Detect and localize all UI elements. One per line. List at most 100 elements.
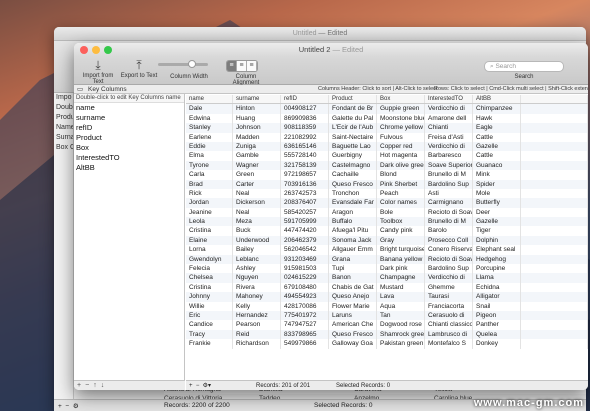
- table-cell[interactable]: Prosecco Coll: [425, 235, 473, 246]
- sidebar-toggle-icon[interactable]: ▭: [77, 85, 83, 94]
- key-column-item[interactable]: Box: [74, 143, 184, 153]
- table-cell[interactable]: [521, 141, 588, 152]
- column-header[interactable]: name: [186, 95, 233, 104]
- table-cell[interactable]: Leblanc: [233, 254, 281, 265]
- table-cell[interactable]: Afuega'l Pitu: [329, 226, 377, 236]
- table-cell[interactable]: Elephant seal: [473, 245, 521, 255]
- table-cell[interactable]: Cattle: [473, 151, 521, 161]
- table-cell[interactable]: Galloway Goa: [329, 339, 377, 349]
- key-column-item[interactable]: InterestedTO: [74, 153, 184, 163]
- align-right-icon[interactable]: ≡: [247, 61, 257, 71]
- table-cell[interactable]: Pearson: [233, 320, 281, 330]
- titlebar[interactable]: Untitled 2 — Edited: [74, 43, 588, 57]
- table-cell[interactable]: Verdicchio di: [425, 141, 473, 152]
- table-cell[interactable]: Meza: [233, 217, 281, 227]
- table-cell[interactable]: Lava: [377, 292, 425, 302]
- table-cell[interactable]: Donkey: [473, 339, 521, 349]
- slider-knob[interactable]: [188, 60, 196, 68]
- table-cell[interactable]: Grana: [329, 254, 377, 265]
- table-cell[interactable]: Aragon: [329, 207, 377, 218]
- data-table[interactable]: name surname refID Product Box InterestedTO Al…: [186, 95, 588, 380]
- table-cell[interactable]: Gwendolyn: [186, 254, 233, 265]
- key-column-item[interactable]: Product: [74, 133, 184, 143]
- table-cell[interactable]: Llama: [473, 273, 521, 283]
- table-cell[interactable]: Tracy: [186, 329, 233, 340]
- table-cell[interactable]: Allgauer Emm: [329, 245, 377, 255]
- table-cell[interactable]: Alligator: [473, 292, 521, 302]
- table-cell[interactable]: Carter: [233, 179, 281, 189]
- table-cell[interactable]: Montefalco S: [425, 339, 473, 349]
- table-row[interactable]: Cristina Rivera 679108480 Chabis de Gat Must…: [186, 282, 588, 293]
- table-cell[interactable]: Rivera: [233, 282, 281, 293]
- table-cell[interactable]: Evansdale Far: [329, 198, 377, 208]
- key-column-item[interactable]: AltBB: [74, 163, 184, 173]
- column-header[interactable]: Box: [377, 95, 425, 104]
- table-cell[interactable]: Dolphin: [473, 235, 521, 246]
- table-cell[interactable]: Stanley: [186, 123, 233, 133]
- table-cell[interactable]: 679108480: [281, 282, 329, 293]
- table-row[interactable]: Lorna Bailey 562046542 Allgauer Emm Bright t…: [186, 245, 588, 255]
- table-cell[interactable]: Eric: [186, 310, 233, 321]
- table-cell[interactable]: Fondant de Br: [329, 104, 377, 114]
- table-cell[interactable]: Johnny: [186, 292, 233, 302]
- table-cell[interactable]: Dogwood rose: [377, 320, 425, 330]
- table-row[interactable]: Candice Pearson 747947527 American Che Dogwo…: [186, 320, 588, 330]
- table-cell[interactable]: [521, 339, 588, 349]
- table-cell[interactable]: Dark pink: [377, 264, 425, 274]
- table-row[interactable]: Stanley Johnson 908118359 L'Ecir de l'Aub Ch…: [186, 123, 588, 133]
- table-cell[interactable]: Neal: [233, 207, 281, 218]
- table-cell[interactable]: Mustard: [377, 282, 425, 293]
- table-cell[interactable]: Flower Marie: [329, 301, 377, 311]
- table-cell[interactable]: Mahoney: [233, 292, 281, 302]
- table-cell[interactable]: Hinton: [233, 104, 281, 114]
- table-cell[interactable]: [521, 170, 588, 180]
- table-cell[interactable]: [521, 151, 588, 161]
- import-button[interactable]: ⤓ Import from Text: [78, 57, 118, 85]
- table-cell[interactable]: 208376407: [281, 198, 329, 208]
- table-cell[interactable]: Spider: [473, 179, 521, 189]
- table-cell[interactable]: 833798965: [281, 329, 329, 340]
- table-actions[interactable]: + − ⚙▾: [186, 381, 256, 390]
- table-cell[interactable]: 869909836: [281, 113, 329, 124]
- table-cell[interactable]: Lorna: [186, 245, 233, 255]
- table-cell[interactable]: Eddie: [186, 141, 233, 152]
- table-cell[interactable]: Recioto di Soave: [425, 254, 473, 265]
- table-cell[interactable]: Freisa d'Asti: [425, 132, 473, 142]
- table-cell[interactable]: [521, 226, 588, 236]
- column-header[interactable]: surname: [233, 95, 281, 104]
- table-cell[interactable]: Earlene: [186, 132, 233, 142]
- table-cell[interactable]: Bailey: [233, 245, 281, 255]
- table-row[interactable]: Dale Hinton 004908127 Fondant de Br Guppie g…: [186, 104, 588, 114]
- table-cell[interactable]: 428170086: [281, 301, 329, 311]
- table-row[interactable]: Rick Neal 263742573 Tronchon Peach Asti Mole: [186, 188, 588, 199]
- table-cell[interactable]: Baguette Lao: [329, 141, 377, 152]
- table-cell[interactable]: L'Ecir de l'Aub: [329, 123, 377, 133]
- table-cell[interactable]: Moonstone blue: [377, 113, 425, 124]
- table-cell[interactable]: Porcupine: [473, 264, 521, 274]
- table-row[interactable]: Elaine Underwood 206462379 Sonoma Jack Gray P…: [186, 235, 588, 246]
- table-row[interactable]: Earlene Madden 221082992 Saint-Nectaire Fulv…: [186, 132, 588, 142]
- table-cell[interactable]: Cachaille: [329, 170, 377, 180]
- main-window[interactable]: Untitled 2 — Edited ⤓ Import from Text ⤒…: [74, 43, 588, 390]
- table-cell[interactable]: Cristina: [186, 226, 233, 236]
- table-cell[interactable]: Frankie: [186, 339, 233, 349]
- table-row[interactable]: Carla Green 972198657 Cachaille Blond Brunell…: [186, 170, 588, 180]
- table-cell[interactable]: Cattle: [473, 132, 521, 142]
- table-cell[interactable]: Nguyen: [233, 273, 281, 283]
- table-cell[interactable]: [521, 179, 588, 189]
- table-row[interactable]: Edwina Huang 869909836 Galette du Pal Moonst…: [186, 113, 588, 124]
- table-cell[interactable]: Cristina: [186, 282, 233, 293]
- table-cell[interactable]: Bardolino Sup: [425, 179, 473, 189]
- table-cell[interactable]: Reid: [233, 329, 281, 340]
- table-cell[interactable]: Green: [233, 170, 281, 180]
- table-cell[interactable]: [521, 254, 588, 265]
- table-cell[interactable]: 703916136: [281, 179, 329, 189]
- table-cell[interactable]: Neal: [233, 188, 281, 199]
- table-cell[interactable]: Lambrusco di: [425, 329, 473, 340]
- table-cell[interactable]: Gamble: [233, 151, 281, 161]
- minimize-button[interactable]: [92, 46, 100, 54]
- table-cell[interactable]: Blond: [377, 170, 425, 180]
- table-cell[interactable]: Hot magenta: [377, 151, 425, 161]
- table-row[interactable]: Jordan Dickerson 208376407 Evansdale Far Col…: [186, 198, 588, 208]
- table-cell[interactable]: Toolbox: [377, 217, 425, 227]
